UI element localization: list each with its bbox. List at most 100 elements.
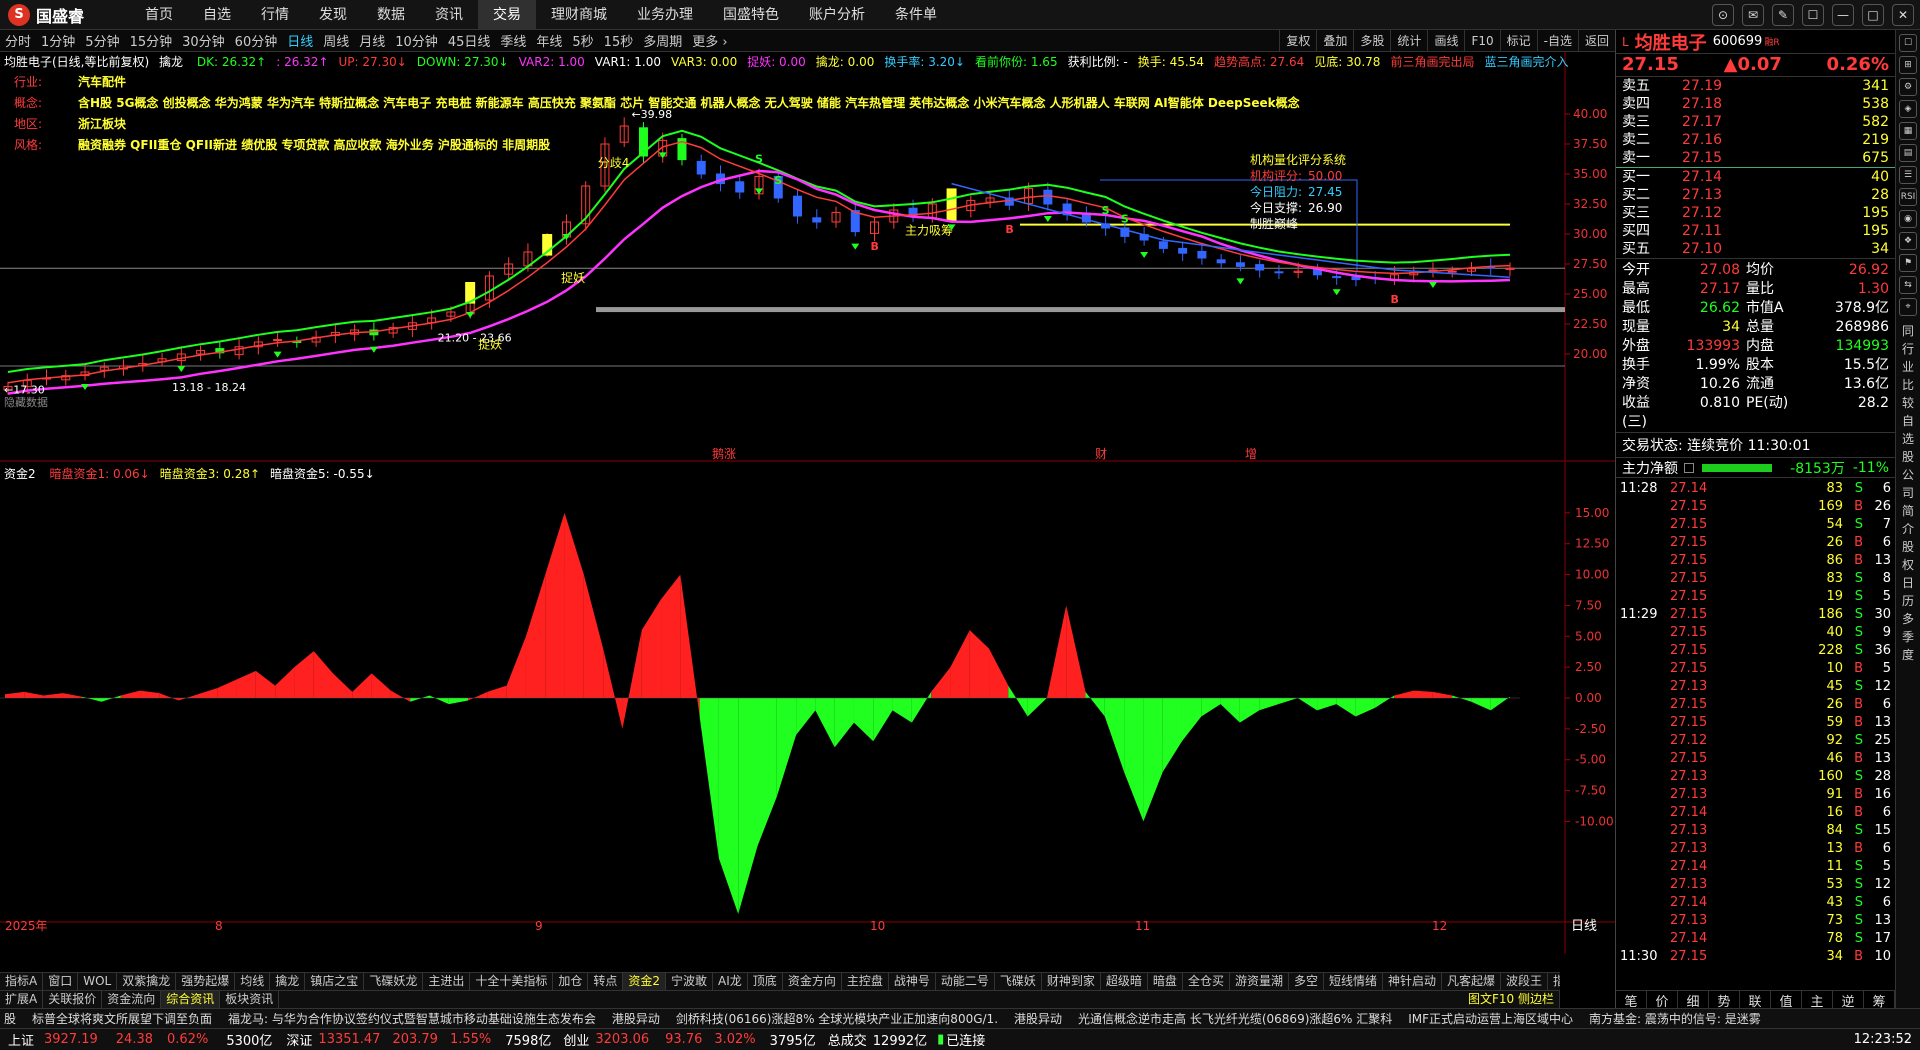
period-7[interactable]: 周线 bbox=[318, 31, 354, 50]
news-item-3[interactable]: 港股异动 bbox=[612, 1010, 660, 1027]
panel-tab-7[interactable]: 逆 bbox=[1833, 991, 1864, 1010]
side-tool-icon-10[interactable]: ⚑ bbox=[1899, 254, 1917, 272]
period-6[interactable]: 日线 bbox=[282, 31, 318, 50]
indicator-tab-3[interactable]: 双紫擒龙 bbox=[117, 973, 177, 990]
menu-item-10[interactable]: 账户分析 bbox=[794, 0, 880, 30]
news-item-5[interactable]: 港股异动 bbox=[1014, 1010, 1062, 1027]
info-tab-2[interactable]: 资金流向 bbox=[102, 991, 162, 1008]
side-text-9[interactable]: 司 bbox=[1896, 484, 1920, 502]
bid-row-3[interactable]: 买四 27.11 195 bbox=[1616, 222, 1895, 240]
indicator-tab-5[interactable]: 均线 bbox=[235, 973, 271, 990]
connection-status[interactable]: 已连接 bbox=[946, 1030, 985, 1049]
side-text-1[interactable]: 行 bbox=[1896, 340, 1920, 358]
indicator-tab-25[interactable]: 全仓买 bbox=[1183, 973, 1230, 990]
side-text-17[interactable]: 季 bbox=[1896, 628, 1920, 646]
fund-flow-svg[interactable]: 15.00 12.50 10.00 7.50 5.00 2.50 0.00 -2.50 -5.0… bbox=[0, 462, 1615, 954]
period-2[interactable]: 5分钟 bbox=[80, 31, 124, 50]
indicator-tab-4[interactable]: 强势起爆 bbox=[176, 973, 236, 990]
period-4[interactable]: 30分钟 bbox=[177, 31, 230, 50]
tool-button-6[interactable]: 标记 bbox=[1499, 30, 1537, 52]
bid-row-1[interactable]: 买二 27.13 28 bbox=[1616, 186, 1895, 204]
period-12[interactable]: 年线 bbox=[531, 31, 567, 50]
side-tool-icon-7[interactable]: RSI bbox=[1899, 188, 1917, 206]
period-11[interactable]: 季线 bbox=[495, 31, 531, 50]
indicator-tab-0[interactable]: 指标A bbox=[0, 973, 44, 990]
period-8[interactable]: 月线 bbox=[354, 31, 390, 50]
indicator-tab-6[interactable]: 擒龙 bbox=[270, 973, 306, 990]
fund-flow-chart[interactable]: 15.00 12.50 10.00 7.50 5.00 2.50 0.00 -2.50 -5.0… bbox=[0, 462, 1615, 954]
tool-button-4[interactable]: 画线 bbox=[1427, 30, 1464, 52]
window-control-icon-4[interactable]: — bbox=[1832, 4, 1854, 26]
indicator-tab-24[interactable]: 暗盘 bbox=[1148, 973, 1183, 990]
ask-row-4[interactable]: 卖一 27.15 675 bbox=[1616, 149, 1895, 167]
indicator-tab-11[interactable]: 加仓 bbox=[553, 973, 589, 990]
side-text-16[interactable]: 多 bbox=[1896, 610, 1920, 628]
side-text-18[interactable]: 度 bbox=[1896, 646, 1920, 664]
side-tool-icon-8[interactable]: ◉ bbox=[1899, 210, 1917, 228]
indicator-name[interactable]: 擒龙 bbox=[159, 55, 183, 69]
news-item-6[interactable]: 光通信概念逆市走高 长飞光纤光缆(06869)涨超6% 汇聚科 bbox=[1078, 1010, 1392, 1027]
news-item-2[interactable]: 福龙马: 与华为合作协议签约仪式暨智慧城市移动基础设施生态发布会 bbox=[228, 1010, 596, 1027]
app-logo[interactable]: S 国盛睿 bbox=[0, 3, 130, 27]
side-tool-icon-0[interactable]: ☐ bbox=[1899, 34, 1917, 52]
indicator-tab-27[interactable]: 多空 bbox=[1289, 973, 1324, 990]
side-text-0[interactable]: 同 bbox=[1896, 322, 1920, 340]
indicator-tab-16[interactable]: 顶底 bbox=[748, 973, 783, 990]
panel-tab-2[interactable]: 细 bbox=[1678, 991, 1709, 1010]
menu-item-9[interactable]: 国盛特色 bbox=[708, 0, 794, 30]
indicator-tab-10[interactable]: 十全十美指标 bbox=[470, 973, 554, 990]
cy-index-name[interactable]: 创业 bbox=[563, 1030, 589, 1049]
period-15[interactable]: 多周期 bbox=[638, 31, 687, 50]
ask-row-0[interactable]: 卖五 27.19 341 bbox=[1616, 77, 1895, 95]
tool-button-2[interactable]: 多股 bbox=[1353, 30, 1390, 52]
side-tool-icon-9[interactable]: ❖ bbox=[1899, 232, 1917, 250]
side-text-6[interactable]: 选 bbox=[1896, 430, 1920, 448]
indicator-tab-29[interactable]: 神针启动 bbox=[1383, 973, 1443, 990]
tool-button-3[interactable]: 统计 bbox=[1390, 30, 1427, 52]
panel-tab-3[interactable]: 势 bbox=[1709, 991, 1740, 1010]
info-tab-1[interactable]: 关联报价 bbox=[43, 991, 103, 1008]
tool-button-7[interactable]: -自选 bbox=[1536, 30, 1578, 52]
side-tool-icon-4[interactable]: ▦ bbox=[1899, 122, 1917, 140]
indicator-tab-9[interactable]: 主进出 bbox=[423, 973, 471, 990]
period-3[interactable]: 15分钟 bbox=[125, 31, 178, 50]
tool-button-8[interactable]: 返回 bbox=[1577, 30, 1615, 52]
side-tool-icon-12[interactable]: ⌖ bbox=[1899, 298, 1917, 316]
sh-index-name[interactable]: 上证 bbox=[8, 1030, 34, 1049]
indicator-tab-31[interactable]: 波段王 bbox=[1501, 973, 1549, 990]
panel-tab-1[interactable]: 价 bbox=[1647, 991, 1678, 1010]
side-text-4[interactable]: 较 bbox=[1896, 394, 1920, 412]
bid-row-2[interactable]: 买三 27.12 195 bbox=[1616, 204, 1895, 222]
panel-tab-8[interactable]: 筹 bbox=[1864, 991, 1895, 1010]
menu-item-1[interactable]: 自选 bbox=[188, 0, 246, 30]
indicator-tab-17[interactable]: 资金方向 bbox=[783, 973, 842, 990]
news-item-4[interactable]: 剑桥科技(06166)涨超8% 全球光模块产业正加速向800G/1. bbox=[676, 1010, 998, 1027]
window-control-icon-3[interactable]: ☐ bbox=[1802, 4, 1824, 26]
indicator-tab-21[interactable]: 飞碟妖 bbox=[995, 973, 1042, 990]
indicator-tab-15[interactable]: AI龙 bbox=[713, 973, 748, 990]
side-tool-icon-1[interactable]: ⊞ bbox=[1899, 56, 1917, 74]
indicator-tab-18[interactable]: 主控盘 bbox=[842, 973, 889, 990]
side-text-13[interactable]: 权 bbox=[1896, 556, 1920, 574]
period-10[interactable]: 45日线 bbox=[443, 31, 496, 50]
indicator-tab-28[interactable]: 短线情绪 bbox=[1324, 973, 1383, 990]
menu-item-7[interactable]: 理财商城 bbox=[536, 0, 622, 30]
menu-item-11[interactable]: 条件单 bbox=[880, 0, 952, 30]
indicator-tab-23[interactable]: 超级暗 bbox=[1101, 973, 1148, 990]
panel-tab-5[interactable]: 值 bbox=[1771, 991, 1802, 1010]
indicator-tab-22[interactable]: 财神到家 bbox=[1042, 973, 1101, 990]
sz-index-name[interactable]: 深证 bbox=[286, 1030, 312, 1049]
sub-indicator-name[interactable]: 资金2 bbox=[4, 467, 36, 481]
period-5[interactable]: 60分钟 bbox=[230, 31, 283, 50]
info-tab-0[interactable]: 扩展A bbox=[0, 991, 44, 1008]
menu-item-3[interactable]: 发现 bbox=[304, 0, 362, 30]
main-flow-checkbox[interactable] bbox=[1684, 462, 1694, 473]
tool-button-0[interactable]: 复权 bbox=[1279, 30, 1316, 52]
window-control-icon-0[interactable]: ⊙ bbox=[1712, 4, 1734, 26]
period-16[interactable]: 更多 › bbox=[687, 31, 732, 50]
side-text-10[interactable]: 简 bbox=[1896, 502, 1920, 520]
side-text-5[interactable]: 自 bbox=[1896, 412, 1920, 430]
indicator-tab-7[interactable]: 镇店之宝 bbox=[305, 973, 365, 990]
f10-sidebar-toggle[interactable]: 图文F10 侧边栏 bbox=[1463, 991, 1560, 1008]
side-tool-icon-3[interactable]: ◈ bbox=[1899, 100, 1917, 118]
